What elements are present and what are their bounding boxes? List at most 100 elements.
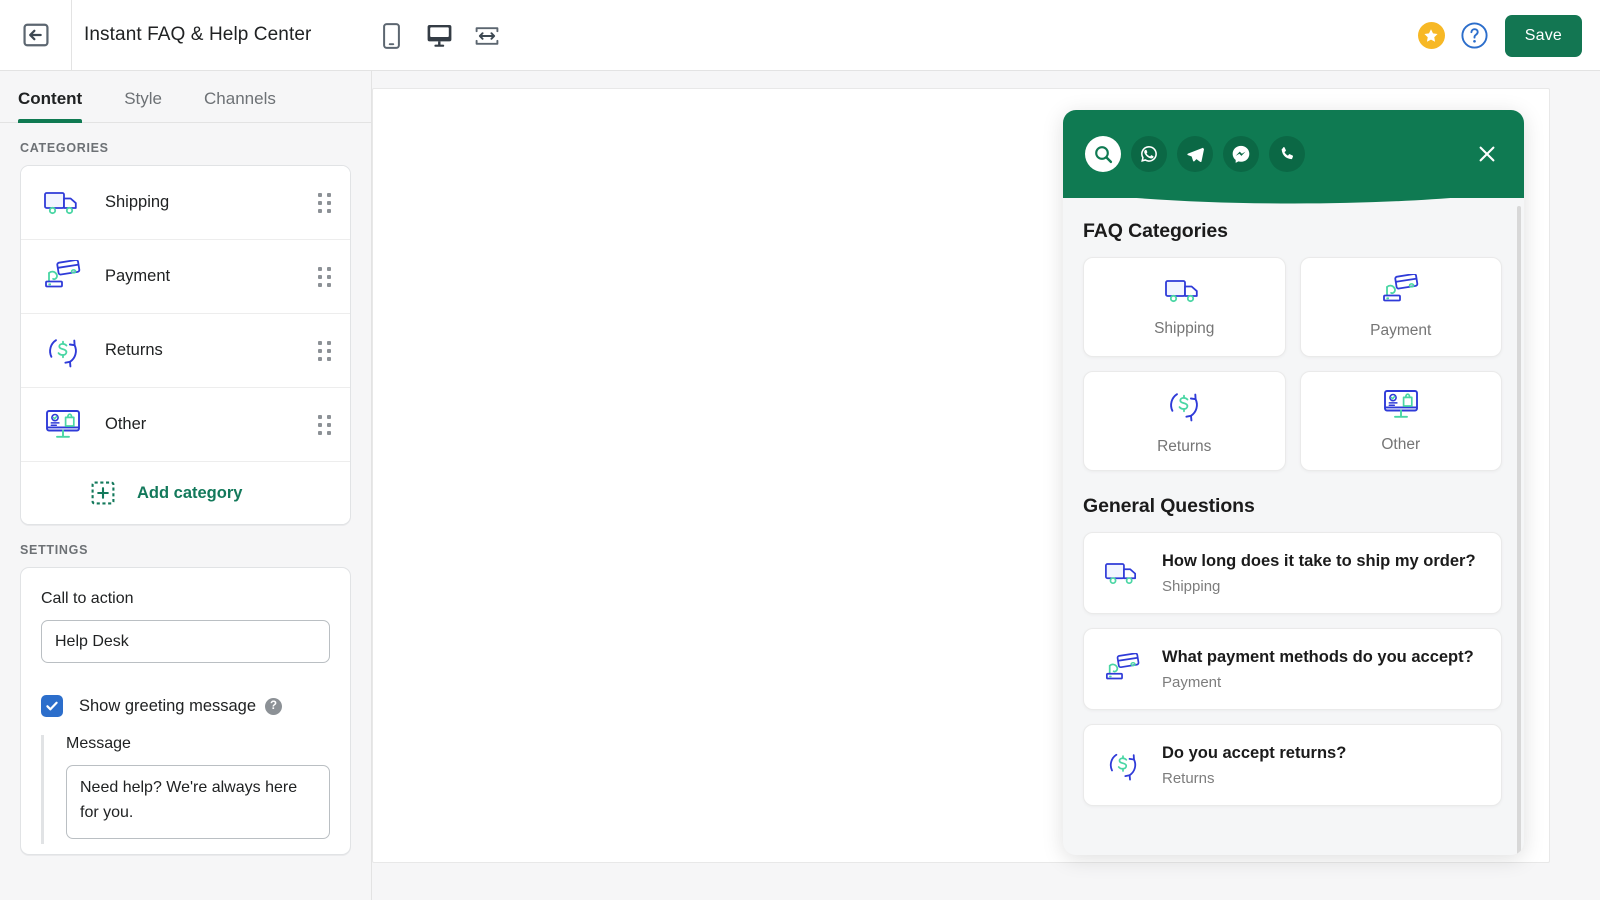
- settings-section-label: SETTINGS: [20, 543, 89, 557]
- truck-icon: [1102, 559, 1144, 588]
- greeting-checkbox[interactable]: [41, 695, 63, 717]
- question-text-group: How long does it take to ship my order? …: [1162, 551, 1476, 594]
- question-item[interactable]: How long does it take to ship my order? …: [1083, 532, 1502, 614]
- question-category: Returns: [1162, 769, 1215, 787]
- question-text-group: Do you accept returns? Returns: [1162, 743, 1346, 786]
- credit-card-hand-icon: [41, 257, 85, 297]
- top-bar-actions: Save: [1417, 0, 1582, 71]
- sidebar-panel: Content Style Channels CATEGORIES Shippi…: [0, 71, 372, 900]
- drag-handle[interactable]: [318, 340, 332, 361]
- favorite-star-button[interactable]: [1417, 22, 1445, 49]
- return-dollar-icon: [1165, 386, 1203, 429]
- truck-icon: [1164, 276, 1204, 311]
- faq-tile-label: Returns: [1157, 438, 1212, 455]
- faq-tile-other[interactable]: Other: [1299, 371, 1502, 471]
- channel-telegram-button[interactable]: [1177, 136, 1213, 172]
- return-dollar-icon: [1102, 747, 1144, 783]
- question-text-group: What payment methods do you accept? Paym…: [1162, 647, 1474, 690]
- whatsapp-icon: [1141, 145, 1157, 162]
- widget-close-button[interactable]: [1472, 139, 1502, 169]
- device-toggle-desktop[interactable]: [423, 13, 455, 59]
- categories-section-label: CATEGORIES: [20, 141, 109, 155]
- add-category-button[interactable]: Add category: [21, 462, 350, 524]
- category-row-other[interactable]: Other: [21, 388, 350, 462]
- star-icon: [1424, 28, 1438, 42]
- categories-card: Shipping Payment Returns Other Add categ…: [20, 165, 351, 525]
- tab-channels[interactable]: Channels: [204, 89, 296, 122]
- category-label: Returns: [105, 341, 163, 359]
- telegram-icon: [1186, 147, 1204, 162]
- faq-tile-label: Other: [1381, 436, 1421, 453]
- faq-tile-returns[interactable]: Returns: [1083, 371, 1286, 471]
- channel-search-button[interactable]: [1085, 136, 1121, 172]
- page-title: Instant FAQ & Help Center: [84, 24, 312, 45]
- faq-category-grid: Shipping Payment Returns Other: [1083, 257, 1502, 471]
- credit-card-hand-icon: [1102, 652, 1144, 686]
- full-width-icon: [475, 26, 499, 45]
- check-icon: [46, 701, 58, 711]
- question-item[interactable]: What payment methods do you accept? Paym…: [1083, 628, 1502, 710]
- help-button[interactable]: [1461, 22, 1489, 50]
- device-toggle-mobile[interactable]: [375, 13, 407, 59]
- faq-tile-label: Payment: [1370, 322, 1432, 339]
- add-category-label: Add category: [137, 483, 243, 502]
- drag-handle[interactable]: [318, 414, 332, 435]
- add-square-icon: [91, 481, 115, 505]
- top-bar: Instant FAQ & Help Center Save: [0, 0, 1600, 71]
- general-questions-list: How long does it take to ship my order? …: [1083, 532, 1502, 806]
- info-icon[interactable]: ?: [265, 697, 283, 715]
- faq-tile-payment[interactable]: Payment: [1299, 257, 1502, 357]
- close-icon: [1479, 146, 1495, 162]
- cta-field-label: Call to action: [41, 590, 134, 607]
- settings-card: Call to action Show greeting message ? M…: [20, 567, 351, 855]
- tab-style[interactable]: Style: [124, 89, 182, 122]
- category-row-shipping[interactable]: Shipping: [21, 166, 350, 240]
- tab-content[interactable]: Content: [18, 89, 102, 123]
- faq-tile-label: Shipping: [1154, 320, 1215, 337]
- question-category: Payment: [1162, 673, 1222, 691]
- truck-icon: [41, 183, 85, 223]
- faq-tile-shipping[interactable]: Shipping: [1083, 257, 1286, 357]
- device-preview-toggle-group: [375, 0, 503, 71]
- search-icon: [1094, 145, 1112, 163]
- mobile-icon: [382, 22, 400, 49]
- category-row-payment[interactable]: Payment: [21, 240, 350, 314]
- greeting-checkbox-row: Show greeting message ?: [41, 695, 330, 717]
- message-textarea[interactable]: [66, 765, 330, 839]
- widget-channel-buttons: [1085, 136, 1305, 172]
- channel-whatsapp-button[interactable]: [1131, 136, 1167, 172]
- app-root: Instant FAQ & Help Center Save Content S…: [0, 0, 1600, 900]
- sidebar-tabs: Content Style Channels: [0, 71, 371, 123]
- phone-icon: [1281, 147, 1294, 160]
- widget-body: FAQ Categories Shipping Payment Returns …: [1063, 198, 1524, 855]
- save-button[interactable]: Save: [1504, 14, 1582, 57]
- question-title: Do you accept returns?: [1162, 744, 1347, 763]
- faq-widget-preview: FAQ Categories Shipping Payment Returns …: [1063, 110, 1524, 855]
- category-row-returns[interactable]: Returns: [21, 314, 350, 388]
- greeting-message-block: Message: [41, 735, 330, 844]
- monitor-bag-icon: [1381, 388, 1421, 427]
- question-category: Shipping: [1162, 577, 1221, 595]
- general-questions-heading: General Questions: [1083, 495, 1255, 517]
- channel-messenger-button[interactable]: [1223, 136, 1259, 172]
- return-dollar-icon: [41, 331, 85, 371]
- messenger-icon: [1232, 145, 1250, 163]
- widget-scrollbar[interactable]: [1517, 206, 1521, 855]
- desktop-icon: [427, 24, 451, 47]
- greeting-checkbox-label: Show greeting message: [79, 696, 257, 715]
- credit-card-hand-icon: [1381, 273, 1421, 313]
- category-label: Other: [105, 415, 147, 433]
- back-button[interactable]: [0, 0, 72, 71]
- question-title: What payment methods do you accept?: [1162, 648, 1474, 667]
- question-item[interactable]: Do you accept returns? Returns: [1083, 724, 1502, 806]
- drag-handle[interactable]: [318, 266, 332, 287]
- channel-phone-button[interactable]: [1269, 136, 1305, 172]
- category-label: Payment: [105, 267, 171, 285]
- cta-input[interactable]: [41, 620, 330, 663]
- drag-handle[interactable]: [318, 192, 332, 213]
- faq-categories-heading: FAQ Categories: [1083, 220, 1228, 242]
- device-toggle-full-width[interactable]: [471, 13, 503, 59]
- back-arrow-icon: [22, 23, 49, 47]
- category-label: Shipping: [105, 193, 170, 211]
- question-title: How long does it take to ship my order?: [1162, 552, 1476, 571]
